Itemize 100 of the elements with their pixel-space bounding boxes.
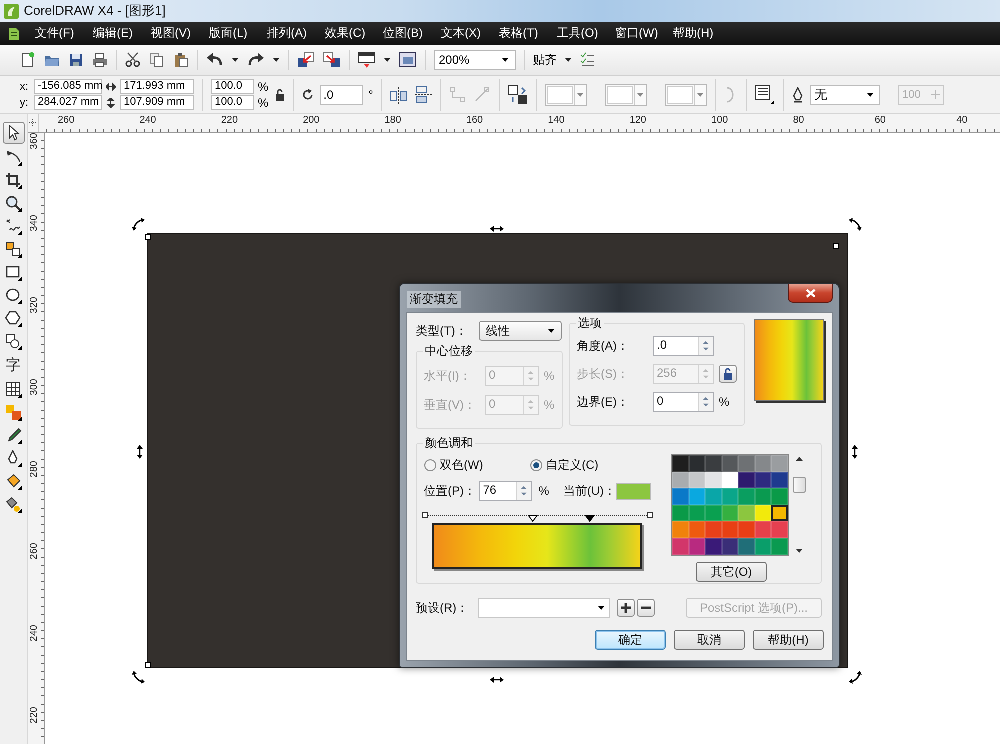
menu-item[interactable]: 效果(C) [325,22,383,45]
color-dropdown[interactable] [605,84,648,106]
caret-icon[interactable] [565,58,572,62]
shadow-icon[interactable] [755,84,776,104]
color-dropdown[interactable] [665,84,708,106]
node-handle-icon[interactable] [145,234,151,240]
undo-icon[interactable] [206,52,224,68]
radio-label[interactable]: 自定义(C) [546,456,599,474]
redo-icon[interactable] [247,52,265,68]
spin-field[interactable]: .0 [653,336,714,356]
lock-icon[interactable] [723,368,733,380]
checklist-icon[interactable] [580,52,594,68]
export-icon[interactable] [323,52,341,68]
radio-label[interactable]: 双色(W) [440,456,484,474]
origin-icon[interactable] [28,118,38,128]
spinner-arrows-icon[interactable] [698,393,713,411]
convert-icon[interactable] [508,84,528,104]
menu-item[interactable]: 文件(F) [35,22,93,45]
skew-handle-icon[interactable] [490,676,504,684]
caret-icon[interactable] [273,58,280,62]
cut-icon[interactable] [125,52,141,68]
rotate-handle-icon[interactable] [132,218,146,232]
pick-tool-button[interactable] [2,122,24,144]
x-position-field[interactable]: -156.085 mm [34,79,102,94]
display-icon[interactable] [358,52,376,68]
rotate-icon[interactable] [302,88,314,100]
menu-item[interactable]: 版面(L) [209,22,267,45]
width-field[interactable]: 171.993 mm [120,79,194,94]
radio-button[interactable] [424,458,437,472]
caret-icon[interactable] [502,58,509,62]
mirror-horizontal-icon[interactable] [390,86,408,104]
crop-tool-icon[interactable] [4,172,22,190]
ellipse-tool-icon[interactable] [4,287,22,305]
rotate-handle-icon[interactable] [848,218,862,232]
menu-item[interactable]: 表格(T) [499,22,557,45]
zoom-tool-icon[interactable] [4,195,22,213]
scroll-down-icon[interactable] [796,549,802,553]
rotate-handle-icon[interactable] [848,670,862,684]
scroll-up-icon[interactable] [796,457,802,461]
skew-handle-icon[interactable] [136,445,144,459]
angle-field[interactable]: .0 [320,84,363,104]
caret-icon[interactable] [867,92,874,96]
menu-item[interactable]: 帮助(H) [673,22,731,45]
shape-tool-icon[interactable] [4,149,22,167]
snap-dropdown[interactable]: 贴齐 [533,52,572,68]
gradient-end-node[interactable] [422,512,428,518]
menu-item[interactable]: 排列(A) [267,22,325,45]
new-document-icon[interactable] [20,52,36,68]
gradient-bar[interactable] [432,523,642,569]
dialog-button[interactable]: 帮助(H) [753,630,824,650]
menu-item[interactable]: 视图(V) [151,22,209,45]
smart-fill-tool-icon[interactable] [4,241,22,259]
node-handle-icon[interactable] [833,243,839,249]
spin-field[interactable]: 0 [653,392,714,412]
window-icon[interactable] [399,52,417,68]
scrollbar-thumb[interactable] [792,477,806,493]
menu-item[interactable]: 文本(X) [441,22,499,45]
type-dropdown[interactable]: 线性 [479,321,562,341]
scale-y-field[interactable]: 100.0 [211,95,254,110]
freehand-tool-icon[interactable] [4,218,22,236]
color-swatch[interactable] [771,504,788,522]
print-icon[interactable] [92,52,108,68]
caret-icon[interactable] [548,329,555,333]
rotate-handle-icon[interactable] [132,670,146,684]
menu-item[interactable]: 工具(O) [557,22,615,45]
spin-field[interactable]: 76 [479,481,532,501]
add-preset-button[interactable] [617,599,635,617]
lock-icon[interactable] [274,88,285,100]
close-button[interactable] [788,284,833,303]
rectangle-tool-icon[interactable] [4,264,22,282]
remove-preset-button[interactable] [637,599,655,617]
zoom-dropdown[interactable]: 200% [434,50,516,70]
paste-icon[interactable] [173,52,189,68]
shapes-tool-icon[interactable] [4,333,22,351]
blend-tool-icon[interactable] [4,404,22,422]
menu-item[interactable]: 编辑(E) [93,22,151,45]
pen-nib-icon[interactable] [792,86,804,102]
menu-item[interactable]: 位图(B) [383,22,441,45]
caret-icon[interactable] [384,58,391,62]
dialog-button[interactable]: 取消 [674,630,745,650]
skew-handle-icon[interactable] [851,445,859,459]
fill-bucket-tool-icon[interactable] [4,473,22,491]
scale-x-field[interactable]: 100.0 [211,79,254,94]
import-icon[interactable] [297,52,315,68]
caret-icon[interactable] [598,606,605,610]
interactive-fill-tool-icon[interactable] [4,496,22,514]
other-button[interactable]: 其它(O) [696,562,767,582]
mirror-vertical-icon[interactable] [414,86,432,104]
dialog-button[interactable]: 确定 [595,630,666,650]
color-dropdown[interactable] [545,84,588,106]
save-icon[interactable] [68,52,84,68]
y-position-field[interactable]: 284.027 mm [34,95,102,110]
lock-button[interactable] [719,365,737,383]
table-tool-icon[interactable] [4,381,22,399]
skew-handle-icon[interactable] [490,225,504,233]
outline-width-dropdown[interactable]: 无 [810,84,880,104]
radio-button[interactable] [530,458,543,472]
text-tool-button[interactable]: 字 [4,356,24,376]
height-field[interactable]: 107.909 mm [120,95,194,110]
gradient-end-node[interactable] [647,512,653,518]
